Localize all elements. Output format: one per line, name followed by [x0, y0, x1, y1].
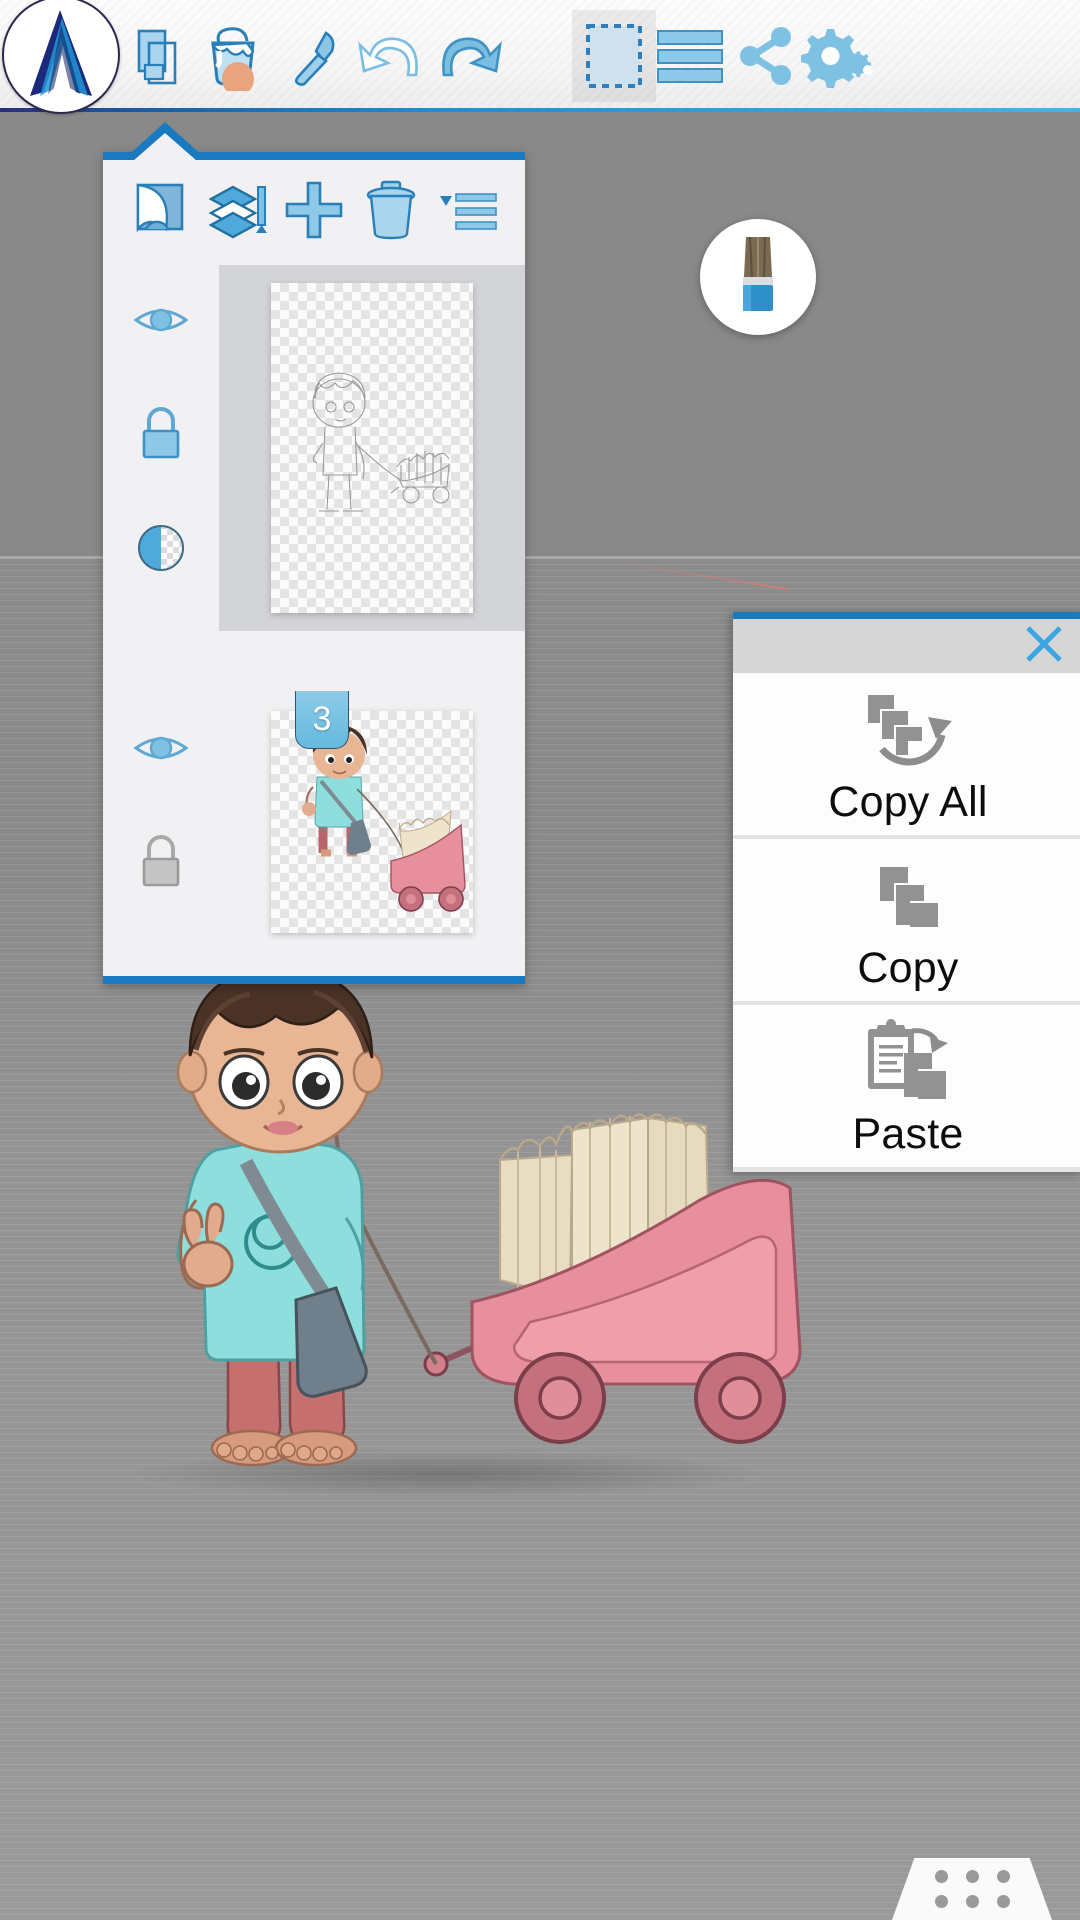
- context-menu-item-copy-all[interactable]: Copy All: [733, 673, 1080, 835]
- toolbar-button-menu[interactable]: [648, 14, 732, 98]
- lock-icon: [138, 834, 184, 894]
- toolbar-button-fill[interactable]: [194, 14, 278, 98]
- layer-visibility-toggle[interactable]: [132, 721, 190, 779]
- six-dots-grip-icon: [934, 1870, 1010, 1908]
- trash-icon: [364, 180, 418, 245]
- layer-add-button[interactable]: [283, 181, 345, 244]
- toolbar-button-redo[interactable]: [428, 14, 512, 98]
- context-menu: Copy All Copy Paste: [733, 612, 1080, 1172]
- close-x-icon: [1022, 622, 1066, 671]
- layer-lock-toggle[interactable]: [132, 406, 190, 466]
- top-toolbar: [0, 0, 1080, 112]
- context-menu-item-label: Copy All: [828, 777, 988, 826]
- plus-icon: [285, 181, 343, 244]
- app-logo[interactable]: [2, 0, 120, 114]
- paintbrush-icon: [730, 233, 786, 322]
- opacity-icon: [136, 523, 186, 578]
- layer-thumbnail[interactable]: [271, 283, 473, 613]
- layer-thumbnail-container[interactable]: [219, 693, 525, 951]
- context-menu-item-label: Copy: [857, 943, 959, 992]
- layer-merge-down-button[interactable]: [129, 182, 191, 244]
- layers-list: 3: [103, 265, 525, 951]
- lock-icon: [138, 406, 184, 466]
- layer-row-wrapper: 3: [103, 691, 525, 951]
- context-menu-header: [733, 619, 1080, 673]
- toolbar-button-layers[interactable]: [118, 14, 202, 98]
- brush-tool-indicator[interactable]: [700, 219, 816, 335]
- layer-options-button[interactable]: [437, 182, 499, 244]
- layer-index-badge[interactable]: 3: [295, 691, 349, 749]
- layer-opacity-toggle[interactable]: [132, 521, 190, 579]
- layer-controls: [103, 265, 219, 631]
- layer-thumbnail-container[interactable]: [219, 265, 525, 631]
- bottom-drag-handle[interactable]: [892, 1858, 1052, 1920]
- context-menu-close-button[interactable]: [1019, 621, 1069, 671]
- layer-row[interactable]: [103, 265, 525, 631]
- layers-panel-caret-inner: [133, 133, 197, 161]
- toolbar-button-selection[interactable]: [572, 14, 656, 98]
- layers-duplicate-icon: [206, 181, 268, 244]
- layers-panel-toolbar: [103, 160, 525, 265]
- copy-icon: [866, 851, 950, 943]
- context-menu-item-label: Paste: [852, 1109, 964, 1158]
- app-root: 3 Copy All Copy Paste: [0, 0, 1080, 1920]
- toolbar-icon-row: [0, 0, 1080, 108]
- toolbar-button-eyedropper[interactable]: [273, 14, 357, 98]
- eye-icon: [133, 302, 189, 343]
- layer-thumbnail-art: [312, 372, 450, 512]
- paste-icon: [862, 1017, 954, 1109]
- toolbar-button-undo[interactable]: [350, 14, 434, 98]
- toolbar-button-settings[interactable]: [796, 14, 880, 98]
- layer-delete-button[interactable]: [360, 180, 422, 245]
- layers-panel: 3: [103, 152, 525, 984]
- layer-controls: [103, 693, 219, 951]
- eye-icon: [133, 730, 189, 771]
- context-menu-item-copy[interactable]: Copy: [733, 839, 1080, 1001]
- layer-lock-toggle[interactable]: [132, 834, 190, 894]
- boy-figure: [176, 964, 384, 1467]
- layer-visibility-toggle[interactable]: [132, 293, 190, 351]
- canvas-guide-line: [609, 560, 788, 591]
- layer-duplicate-button[interactable]: [206, 182, 268, 244]
- page-curl-icon: [132, 181, 188, 244]
- context-menu-item-paste[interactable]: Paste: [733, 1005, 1080, 1167]
- list-options-icon: [438, 182, 498, 243]
- app-logo-icon: [18, 6, 104, 105]
- copy-all-icon: [860, 685, 956, 777]
